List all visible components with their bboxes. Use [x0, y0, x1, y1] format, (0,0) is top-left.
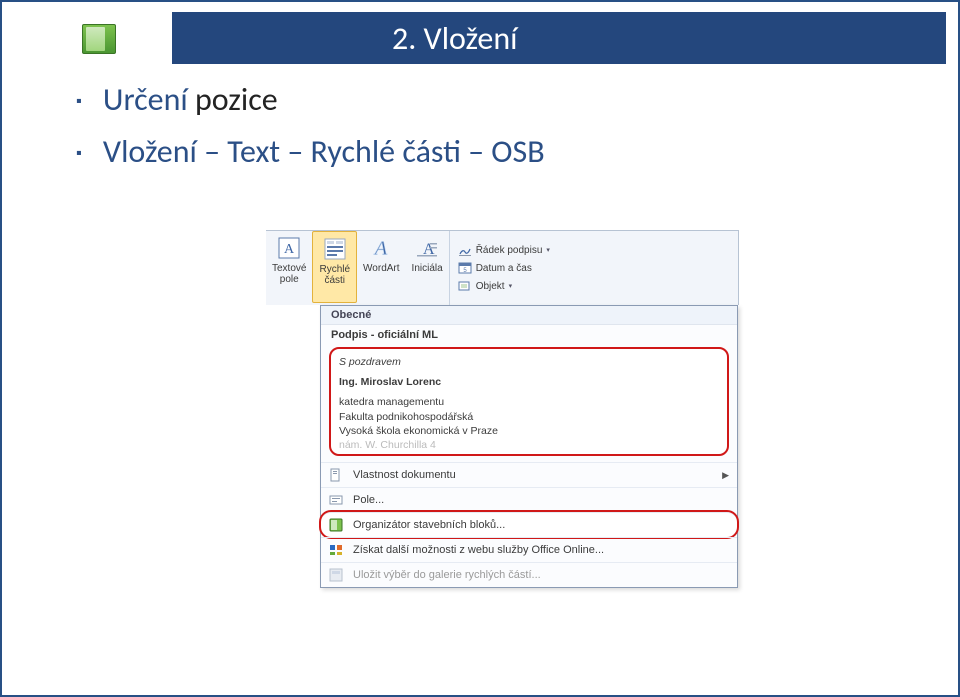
title-slide-icon	[82, 24, 116, 54]
dropcap-icon: A	[414, 235, 440, 261]
datetime-icon: 5	[458, 261, 472, 275]
object-label: Objekt	[476, 281, 505, 292]
ribbon-mini-column: Řádek podpisu ▾ 5 Datum a čas Objekt ▾	[449, 231, 558, 305]
datetime-label: Datum a čas	[476, 263, 532, 274]
get-more-online-item[interactable]: Získat další možnosti z webu služby Offi…	[321, 537, 737, 562]
preview-greeting: S pozdravem	[339, 355, 719, 369]
svg-text:A: A	[284, 242, 295, 257]
signature-line-button[interactable]: Řádek podpisu ▾	[456, 242, 552, 258]
building-blocks-organizer-item[interactable]: Organizátor stavebních bloků...	[321, 512, 737, 537]
wordart-label: WordArt	[363, 263, 400, 274]
office-online-icon	[327, 541, 345, 559]
preview-line-2: Fakulta podnikohospodářská	[339, 410, 719, 424]
dropcap-button[interactable]: A Iniciála	[406, 231, 449, 303]
object-button[interactable]: Objekt ▾	[456, 278, 552, 294]
bullet-item-2: Vložení – Text – Rychlé části – OSB	[76, 128, 545, 176]
textbox-icon: A	[276, 235, 302, 261]
object-icon	[458, 279, 472, 293]
field-item[interactable]: Pole...	[321, 487, 737, 512]
slide-title-bar: 2. Vložení	[172, 12, 946, 64]
preview-line-1: katedra managementu	[339, 395, 719, 409]
chevron-down-icon: ▾	[509, 282, 513, 290]
document-property-icon	[327, 466, 345, 484]
signature-line-icon	[458, 243, 472, 257]
wordart-icon: A	[368, 235, 394, 261]
datetime-button[interactable]: 5 Datum a čas	[456, 260, 552, 276]
preview-name: Ing. Miroslav Lorenc	[339, 375, 719, 389]
word-screenshot: A Textové pole Rychlé části A WordArt A …	[266, 230, 739, 588]
preview-line-3: Vysoká škola ekonomická v Praze	[339, 424, 719, 438]
preview-line-4: nám. W. Churchilla 4	[339, 438, 719, 452]
building-blocks-label: Organizátor stavebních bloků...	[353, 519, 505, 531]
quick-parts-dropdown: Obecné Podpis - oficiální ML S pozdravem…	[320, 305, 738, 588]
save-selection-label: Uložit výběr do galerie rychlých částí..…	[353, 569, 541, 581]
document-property-label: Vlastnost dokumentu	[353, 469, 456, 481]
quick-parts-button[interactable]: Rychlé části	[312, 231, 357, 303]
signature-preview-highlight[interactable]: S pozdravem Ing. Miroslav Lorenc katedra…	[329, 347, 729, 456]
bullet-list: Určení pozice Vložení – Text – Rychlé čá…	[76, 76, 545, 180]
dropcap-label: Iniciála	[412, 263, 443, 274]
quick-parts-label: Rychlé části	[319, 264, 350, 286]
save-selection-icon	[327, 566, 345, 584]
save-selection-item: Uložit výběr do galerie rychlých částí..…	[321, 562, 737, 587]
textbox-button[interactable]: A Textové pole	[266, 231, 312, 303]
field-icon	[327, 491, 345, 509]
signature-line-label: Řádek podpisu	[476, 245, 543, 256]
ribbon-text-group: A Textové pole Rychlé části A WordArt A …	[266, 230, 739, 305]
svg-text:A: A	[373, 238, 388, 260]
textbox-label: Textové pole	[272, 263, 306, 285]
building-blocks-icon	[327, 516, 345, 534]
get-more-label: Získat další možnosti z webu služby Offi…	[353, 544, 604, 556]
quick-parts-icon	[322, 236, 348, 262]
slide-title: 2. Vložení	[392, 19, 517, 58]
field-label: Pole...	[353, 494, 384, 506]
bullet-item-1: Určení pozice	[76, 76, 545, 124]
dropdown-entry-title[interactable]: Podpis - oficiální ML	[321, 325, 737, 343]
document-property-item[interactable]: Vlastnost dokumentu ▶	[321, 462, 737, 487]
dropdown-section-general: Obecné	[321, 306, 737, 325]
wordart-button[interactable]: A WordArt	[357, 231, 406, 303]
chevron-down-icon: ▾	[546, 246, 550, 254]
arrow-right-icon: ▶	[722, 470, 729, 481]
